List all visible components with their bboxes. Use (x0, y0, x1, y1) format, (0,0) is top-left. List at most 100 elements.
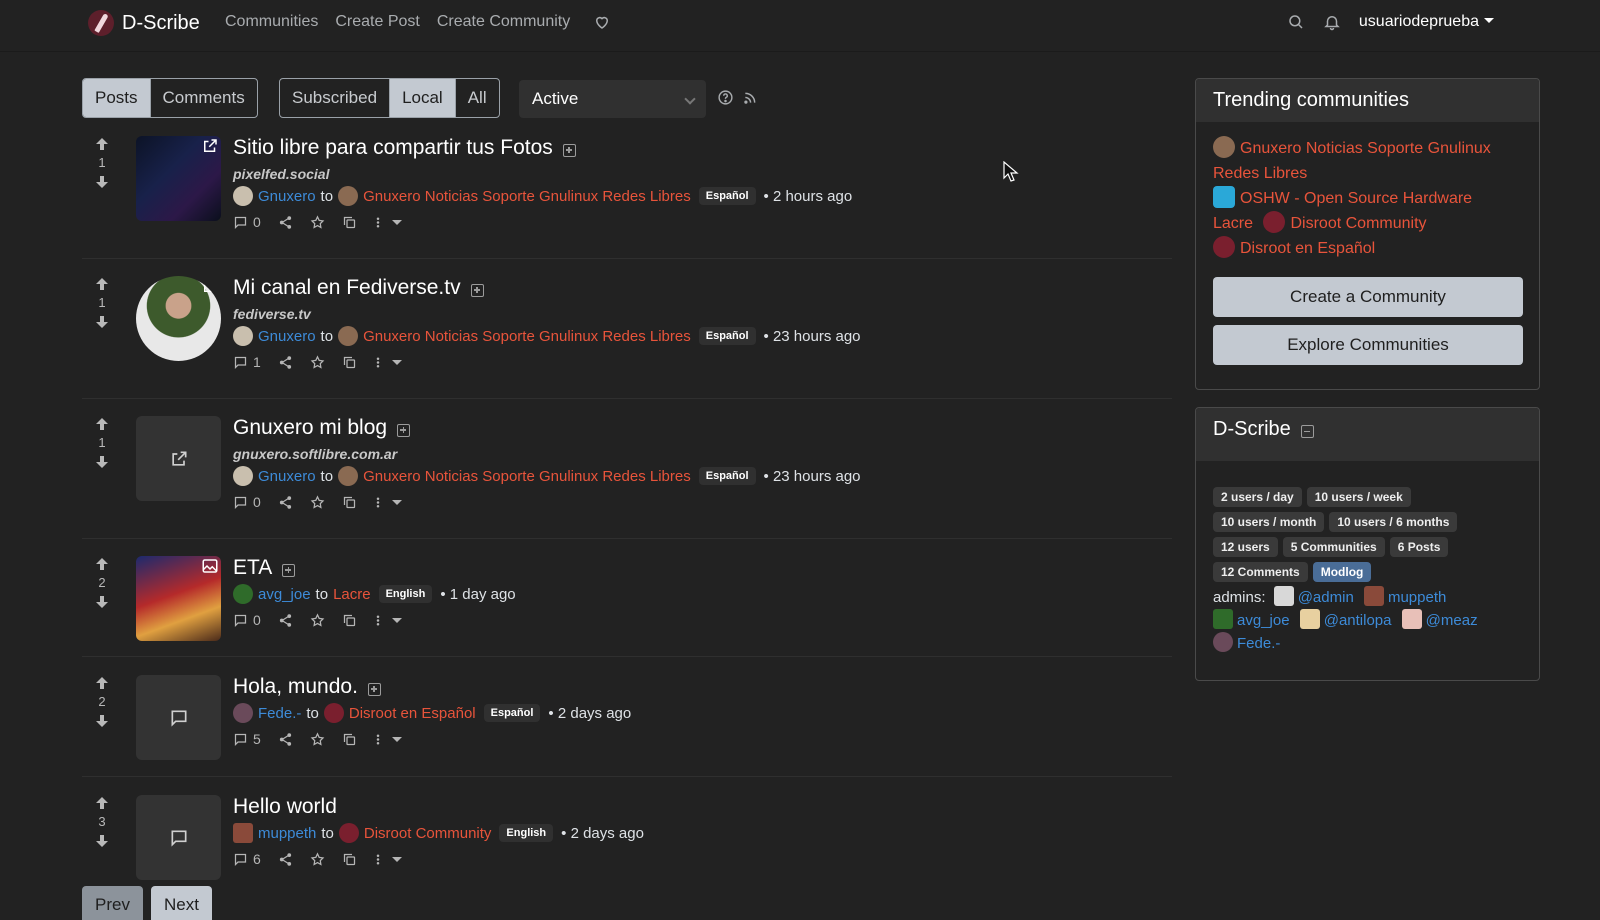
star-icon[interactable] (310, 851, 325, 867)
more-menu-button[interactable] (374, 732, 402, 747)
all-button[interactable]: All (456, 79, 499, 117)
subscribed-button[interactable]: Subscribed (280, 79, 391, 117)
post-community[interactable]: Gnuxero Noticias Soporte Gnulinux Redes … (363, 468, 691, 485)
user-menu[interactable]: usuariodeprueba (1359, 13, 1494, 31)
post-community[interactable]: Disroot en Español (349, 705, 476, 722)
local-button[interactable]: Local (390, 79, 456, 117)
cross-post-icon[interactable] (342, 215, 357, 230)
star-icon[interactable] (310, 214, 325, 230)
upvote-icon[interactable] (94, 416, 110, 432)
comments-button[interactable]: 0 (233, 612, 261, 628)
collapse-icon[interactable] (1300, 425, 1314, 438)
post-thumbnail[interactable] (136, 675, 221, 760)
post-domain[interactable]: pixelfed.social (233, 166, 852, 182)
post-thumbnail[interactable] (136, 416, 221, 501)
expand-icon[interactable] (367, 682, 381, 696)
admin-link[interactable]: @meaz (1426, 612, 1478, 629)
share-icon[interactable] (278, 852, 293, 867)
modlog-badge[interactable]: Modlog (1312, 562, 1372, 582)
more-menu-button[interactable] (374, 495, 402, 510)
rss-icon[interactable] (743, 91, 757, 105)
trending-item[interactable]: Lacre (1213, 215, 1253, 232)
downvote-icon[interactable] (94, 454, 110, 470)
upvote-icon[interactable] (94, 675, 110, 691)
trending-item[interactable]: OSHW - Open Source Hardware (1240, 190, 1472, 207)
post-thumbnail[interactable] (136, 136, 221, 221)
post-title[interactable]: Gnuxero mi blog (233, 416, 387, 440)
star-icon[interactable] (310, 494, 325, 510)
nav-create-post[interactable]: Create Post (335, 13, 419, 31)
upvote-icon[interactable] (94, 795, 110, 811)
downvote-icon[interactable] (94, 713, 110, 729)
admin-link[interactable]: @admin (1298, 589, 1354, 606)
brand-link[interactable]: D-Scribe (88, 10, 200, 36)
post-title[interactable]: Hello world (233, 795, 337, 819)
post-title[interactable]: Sitio libre para compartir tus Fotos (233, 136, 553, 160)
share-icon[interactable] (278, 495, 293, 510)
trending-item[interactable]: Disroot Community (1290, 215, 1426, 232)
trending-item[interactable]: Disroot en Español (1240, 240, 1375, 257)
sort-select[interactable]: Active (519, 80, 706, 118)
post-author[interactable]: Gnuxero (258, 188, 316, 205)
share-icon[interactable] (278, 613, 293, 628)
admin-link[interactable]: avg_joe (1237, 612, 1290, 629)
post-title[interactable]: Hola, mundo. (233, 675, 358, 699)
next-button[interactable]: Next (151, 886, 212, 920)
share-icon[interactable] (278, 215, 293, 230)
post-author[interactable]: muppeth (258, 825, 316, 842)
trending-item[interactable]: Gnuxero Noticias Soporte Gnulinux Redes … (1213, 140, 1491, 182)
star-icon[interactable] (310, 354, 325, 370)
nav-create-community[interactable]: Create Community (437, 13, 570, 31)
post-community[interactable]: Gnuxero Noticias Soporte Gnulinux Redes … (363, 188, 691, 205)
donate-heart-icon[interactable] (593, 13, 611, 31)
prev-button[interactable]: Prev (82, 886, 143, 920)
nav-communities[interactable]: Communities (225, 13, 318, 31)
more-menu-button[interactable] (374, 215, 402, 230)
expand-icon[interactable] (397, 423, 411, 437)
bell-icon[interactable] (1323, 13, 1341, 31)
cross-post-icon[interactable] (342, 355, 357, 370)
comments-button[interactable]: 0 (233, 214, 261, 230)
star-icon[interactable] (310, 731, 325, 747)
admin-link[interactable]: @antilopa (1324, 612, 1392, 629)
post-community[interactable]: Gnuxero Noticias Soporte Gnulinux Redes … (363, 328, 691, 345)
post-thumbnail[interactable] (136, 276, 221, 361)
post-domain[interactable]: gnuxero.softlibre.com.ar (233, 446, 861, 462)
expand-icon[interactable] (470, 283, 484, 297)
expand-icon[interactable] (282, 563, 296, 577)
share-icon[interactable] (278, 732, 293, 747)
create-community-button[interactable]: Create a Community (1213, 277, 1523, 317)
posts-button[interactable]: Posts (83, 79, 151, 117)
more-menu-button[interactable] (374, 852, 402, 867)
downvote-icon[interactable] (94, 833, 110, 849)
comments-button[interactable]: 1 (233, 354, 261, 370)
share-icon[interactable] (278, 355, 293, 370)
upvote-icon[interactable] (94, 556, 110, 572)
post-author[interactable]: avg_joe (258, 586, 311, 603)
admin-link[interactable]: Fede.- (1237, 635, 1280, 652)
upvote-icon[interactable] (94, 136, 110, 152)
comments-button[interactable]: 0 (233, 494, 261, 510)
cross-post-icon[interactable] (342, 613, 357, 628)
cross-post-icon[interactable] (342, 732, 357, 747)
post-author[interactable]: Gnuxero (258, 328, 316, 345)
post-author[interactable]: Fede.- (258, 705, 301, 722)
post-community[interactable]: Disroot Community (364, 825, 492, 842)
post-author[interactable]: Gnuxero (258, 468, 316, 485)
post-domain[interactable]: fediverse.tv (233, 306, 861, 322)
cross-post-icon[interactable] (342, 495, 357, 510)
comments-button[interactable]: 5 (233, 731, 261, 747)
cross-post-icon[interactable] (342, 852, 357, 867)
more-menu-button[interactable] (374, 355, 402, 370)
search-icon[interactable] (1287, 13, 1305, 31)
post-title[interactable]: ETA (233, 556, 272, 580)
explore-communities-button[interactable]: Explore Communities (1213, 325, 1523, 365)
post-thumbnail[interactable] (136, 795, 221, 880)
post-community[interactable]: Lacre (333, 586, 371, 603)
help-icon[interactable] (717, 89, 734, 106)
post-thumbnail[interactable] (136, 556, 221, 641)
downvote-icon[interactable] (94, 174, 110, 190)
comments-button[interactable]: 6 (233, 851, 261, 867)
post-title[interactable]: Mi canal en Fediverse.tv (233, 276, 461, 300)
star-icon[interactable] (310, 612, 325, 628)
